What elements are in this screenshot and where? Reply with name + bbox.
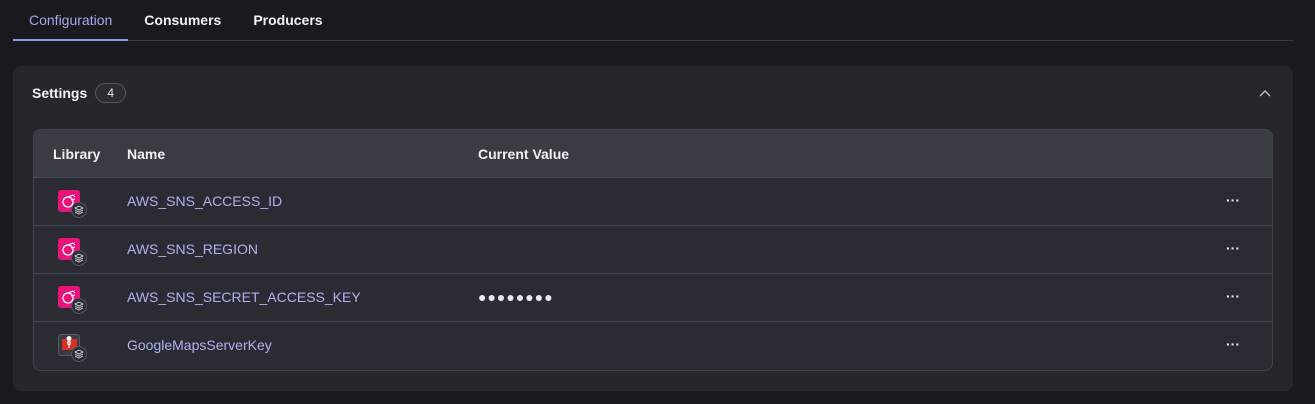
more-options-button[interactable]: ··· xyxy=(1224,193,1242,211)
layers-icon xyxy=(71,297,87,314)
aws-sns-icon xyxy=(54,186,87,218)
tab-bar: Configuration Consumers Producers xyxy=(13,0,1293,41)
layers-icon xyxy=(71,346,87,362)
settings-table: Library Name Current Value AWS_SNS_ACCES… xyxy=(33,129,1273,371)
masked-secret-value: ●●●●●●●● xyxy=(478,288,554,305)
table-row: AWS_SNS_SECRET_ACCESS_KEY ●●●●●●●● ··· xyxy=(34,274,1272,322)
settings-count-badge: 4 xyxy=(95,83,127,103)
tab-configuration[interactable]: Configuration xyxy=(13,0,129,41)
table-row: GoogleMapsServerKey ··· xyxy=(34,322,1272,370)
setting-name-link[interactable]: AWS_SNS_ACCESS_ID xyxy=(127,193,282,209)
more-options-button[interactable]: ··· xyxy=(1224,241,1242,259)
table-row: AWS_SNS_ACCESS_ID ··· xyxy=(34,178,1272,226)
setting-name-link[interactable]: GoogleMapsServerKey xyxy=(127,337,272,353)
layers-icon xyxy=(71,249,87,266)
aws-sns-icon xyxy=(54,234,87,266)
chevron-up-icon xyxy=(1259,90,1271,97)
layers-icon xyxy=(71,201,87,218)
settings-title: Settings xyxy=(32,85,88,101)
more-options-button[interactable]: ··· xyxy=(1224,289,1242,307)
tab-producers[interactable]: Producers xyxy=(237,0,338,40)
column-header-library: Library xyxy=(53,145,101,162)
settings-header[interactable]: Settings 4 xyxy=(13,66,1293,120)
table-header: Library Name Current Value xyxy=(34,130,1272,178)
aws-sns-icon xyxy=(54,282,87,314)
column-header-current-value: Current Value xyxy=(478,145,570,162)
settings-panel: Settings 4 Library Name Current Value AW… xyxy=(13,66,1293,391)
more-options-button[interactable]: ··· xyxy=(1224,337,1242,355)
tab-consumers[interactable]: Consumers xyxy=(128,0,237,40)
table-row: AWS_SNS_REGION ··· xyxy=(34,226,1272,274)
google-maps-icon xyxy=(54,330,87,362)
collapse-button[interactable] xyxy=(1257,85,1273,101)
column-header-name: Name xyxy=(127,145,166,162)
setting-name-link[interactable]: AWS_SNS_SECRET_ACCESS_KEY xyxy=(127,289,361,305)
setting-name-link[interactable]: AWS_SNS_REGION xyxy=(127,241,258,257)
